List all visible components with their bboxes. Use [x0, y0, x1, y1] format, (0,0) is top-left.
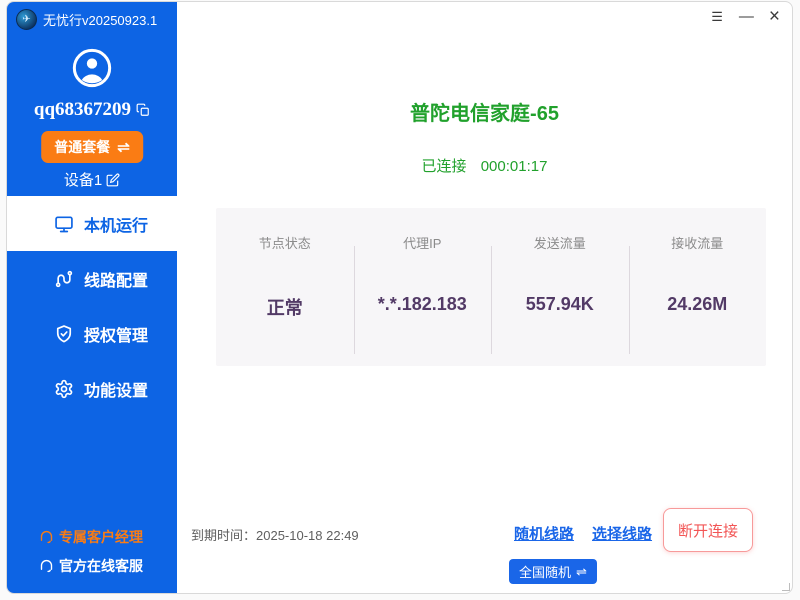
- sidebar-item-label: 本机运行: [84, 212, 148, 236]
- app-window: ☰ — × ✈ 无忧行v20250923.1 qq68367209 普通套餐 ⇌: [6, 1, 793, 594]
- expiry-value: 2025-10-18 22:49: [256, 528, 359, 543]
- gear-icon: [54, 379, 74, 399]
- stat-label: 发送流量: [491, 233, 629, 252]
- stat-value: 正常: [216, 294, 354, 320]
- connection-duration: 000:01:17: [481, 158, 548, 175]
- username: qq68367209: [34, 99, 131, 121]
- stat-label: 节点状态: [216, 233, 354, 252]
- minimize-icon[interactable]: —: [739, 7, 753, 27]
- swap-icon: ⇌: [117, 138, 130, 156]
- national-random-label: 全国随机: [519, 562, 571, 581]
- expiry-label: 到期时间：: [191, 528, 256, 543]
- plan-button[interactable]: 普通套餐 ⇌: [41, 131, 143, 163]
- close-icon[interactable]: ×: [769, 7, 780, 27]
- device-row: 设备1: [7, 169, 177, 190]
- sidebar-item-label: 授权管理: [84, 322, 148, 346]
- stat-value: 24.26M: [629, 294, 767, 315]
- vip-account-manager-link[interactable]: 专属客户经理: [7, 522, 177, 551]
- username-row: qq68367209: [7, 99, 177, 121]
- sidebar-menu: 本机运行 线路配置 授权管理: [7, 196, 177, 416]
- sidebar-item-line-config[interactable]: 线路配置: [7, 251, 177, 306]
- copy-icon[interactable]: [136, 103, 150, 117]
- official-support-link[interactable]: 官方在线客服: [7, 551, 177, 580]
- app-brand: ✈ 无忧行v20250923.1: [16, 9, 157, 30]
- status-label: 已连接: [422, 158, 467, 175]
- menu-icon[interactable]: ☰: [711, 7, 723, 27]
- stat-label: 接收流量: [629, 233, 767, 252]
- national-random-button[interactable]: 全国随机 ⇌: [509, 559, 597, 584]
- stat-sent-traffic: 发送流量 557.94K: [491, 208, 629, 366]
- sidebar: ✈ 无忧行v20250923.1 qq68367209 普通套餐 ⇌ 设备1: [7, 2, 177, 593]
- sidebar-footer: 专属客户经理 官方在线客服: [7, 522, 177, 580]
- line-links: 随机线路 选择线路: [514, 523, 652, 544]
- device-label: 设备1: [64, 169, 102, 190]
- footer-item-label: 官方在线客服: [59, 556, 143, 576]
- sidebar-item-authorization[interactable]: 授权管理: [7, 306, 177, 361]
- stat-label: 代理IP: [354, 233, 492, 252]
- main-panel: 普陀电信家庭-65 已连接 000:01:17 节点状态 正常 代理IP *.*…: [177, 2, 792, 593]
- sidebar-item-settings[interactable]: 功能设置: [7, 361, 177, 416]
- avatar: [72, 48, 112, 93]
- stat-received-traffic: 接收流量 24.26M: [629, 208, 767, 366]
- shield-check-icon: [54, 324, 74, 344]
- route-icon: [54, 269, 74, 289]
- resize-grip[interactable]: [782, 583, 790, 591]
- edit-icon[interactable]: [106, 173, 120, 187]
- app-title: 无忧行v20250923.1: [43, 10, 157, 29]
- plan-label: 普通套餐: [54, 137, 110, 157]
- monitor-icon: [54, 214, 74, 234]
- app-logo-icon: ✈: [16, 9, 37, 30]
- user-avatar-icon: [72, 48, 112, 88]
- expiry-time: 到期时间：2025-10-18 22:49: [191, 525, 359, 544]
- swap-icon: ⇌: [576, 564, 587, 580]
- sidebar-item-label: 功能设置: [84, 377, 148, 401]
- random-line-link[interactable]: 随机线路: [514, 523, 574, 544]
- sidebar-item-local-run[interactable]: 本机运行: [7, 196, 177, 251]
- stat-value: *.*.182.183: [354, 294, 492, 315]
- stats-panel: 节点状态 正常 代理IP *.*.182.183 发送流量 557.94K 接收…: [216, 208, 766, 366]
- stat-proxy-ip: 代理IP *.*.182.183: [354, 208, 492, 366]
- headset-icon: [39, 529, 54, 544]
- window-controls: ☰ — ×: [711, 7, 780, 27]
- select-line-link[interactable]: 选择线路: [592, 523, 652, 544]
- headset-icon: [39, 558, 54, 573]
- footer-item-label: 专属客户经理: [59, 527, 143, 547]
- sidebar-item-label: 线路配置: [84, 267, 148, 291]
- disconnect-button[interactable]: 断开连接: [663, 508, 753, 552]
- stat-node-status: 节点状态 正常: [216, 208, 354, 366]
- stat-value: 557.94K: [491, 294, 629, 315]
- connected-node-name: 普陀电信家庭-65: [177, 97, 792, 126]
- connection-status: 已连接 000:01:17: [177, 155, 792, 176]
